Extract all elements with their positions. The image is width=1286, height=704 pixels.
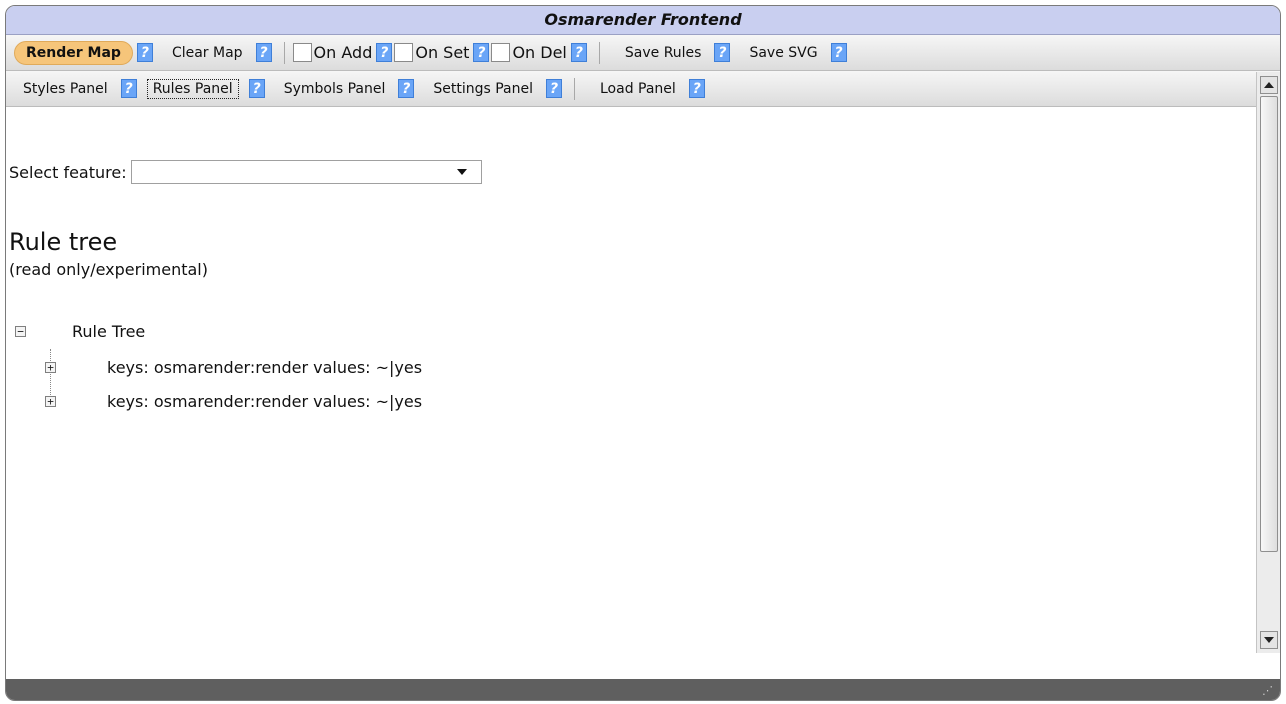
symbols-panel-button[interactable]: Symbols Panel: [275, 77, 395, 101]
clear-map-button[interactable]: Clear Map: [163, 41, 252, 65]
expand-icon[interactable]: +: [45, 362, 56, 373]
tree-item: + keys: osmarender:render values: ~|yes: [45, 392, 422, 411]
resize-grip-icon[interactable]: ⋰: [1262, 685, 1274, 697]
save-svg-button[interactable]: Save SVG: [740, 41, 826, 65]
clear-map-help-icon[interactable]: ?: [255, 43, 272, 62]
scroll-thumb[interactable]: [1260, 96, 1278, 552]
on-del-label: On Del: [512, 43, 567, 62]
save-svg-help-icon[interactable]: ?: [830, 43, 847, 62]
styles-panel-button[interactable]: Styles Panel: [14, 77, 117, 101]
rule-tree-subheading: (read only/experimental): [9, 260, 208, 279]
symbols-panel-help-icon[interactable]: ?: [398, 79, 415, 98]
app-window: Osmarender Frontend Render Map ? Clear M…: [5, 5, 1281, 701]
main-toolbar: Render Map ? Clear Map ? On Add ? On Set…: [6, 35, 1280, 71]
on-add-checkbox[interactable]: [292, 43, 312, 62]
load-panel-button[interactable]: Load Panel: [591, 77, 685, 101]
rules-panel-help-icon[interactable]: ?: [248, 79, 265, 98]
load-panel-help-icon[interactable]: ?: [688, 79, 705, 98]
on-add-checkbox-group: On Add: [292, 43, 373, 62]
toolbar-divider: [574, 77, 575, 100]
on-del-help-icon[interactable]: ?: [570, 43, 587, 62]
on-set-checkbox[interactable]: [394, 43, 414, 62]
feature-select[interactable]: [130, 160, 482, 184]
toolbar-divider: [283, 41, 285, 64]
scroll-up-icon[interactable]: [1260, 76, 1278, 94]
collapse-icon[interactable]: −: [15, 326, 26, 337]
on-add-label: On Add: [313, 43, 373, 62]
tree-root-label[interactable]: Rule Tree: [72, 322, 145, 341]
on-set-label: On Set: [415, 43, 470, 62]
chevron-down-icon: [456, 169, 467, 175]
tree-item: + keys: osmarender:render values: ~|yes: [45, 358, 422, 377]
rules-panel-button[interactable]: Rules Panel: [146, 78, 239, 99]
expand-icon[interactable]: +: [45, 396, 56, 407]
feature-select-row: Select feature:: [9, 160, 482, 184]
settings-panel-help-icon[interactable]: ?: [546, 79, 562, 98]
render-map-button[interactable]: Render Map: [14, 40, 133, 65]
select-feature-label: Select feature:: [9, 162, 127, 182]
on-del-checkbox-group: On Del: [491, 43, 567, 62]
tree-item-label[interactable]: keys: osmarender:render values: ~|yes: [107, 358, 422, 377]
tree-root: − Rule Tree: [15, 322, 145, 341]
on-del-checkbox[interactable]: [491, 43, 511, 62]
vertical-scrollbar[interactable]: [1256, 72, 1280, 653]
on-add-help-icon[interactable]: ?: [376, 43, 393, 62]
render-map-help-icon[interactable]: ?: [136, 43, 153, 62]
panel-toolbar: Styles Panel ? Rules Panel ? Symbols Pan…: [6, 71, 1280, 107]
on-set-checkbox-group: On Set: [394, 43, 469, 62]
window-title: Osmarender Frontend: [6, 6, 1280, 35]
settings-panel-button[interactable]: Settings Panel: [424, 77, 542, 101]
tree-item-label[interactable]: keys: osmarender:render values: ~|yes: [107, 392, 422, 411]
status-bar: ⋰: [6, 679, 1280, 700]
styles-panel-help-icon[interactable]: ?: [120, 79, 137, 98]
save-rules-help-icon[interactable]: ?: [714, 43, 731, 62]
on-set-help-icon[interactable]: ?: [473, 43, 490, 62]
scroll-down-icon[interactable]: [1260, 631, 1278, 649]
rule-tree-heading: Rule tree: [9, 228, 118, 256]
rules-panel-content: Select feature: Rule tree (read only/exp…: [6, 108, 1256, 653]
toolbar-divider: [598, 41, 600, 64]
save-rules-button[interactable]: Save Rules: [616, 41, 711, 65]
